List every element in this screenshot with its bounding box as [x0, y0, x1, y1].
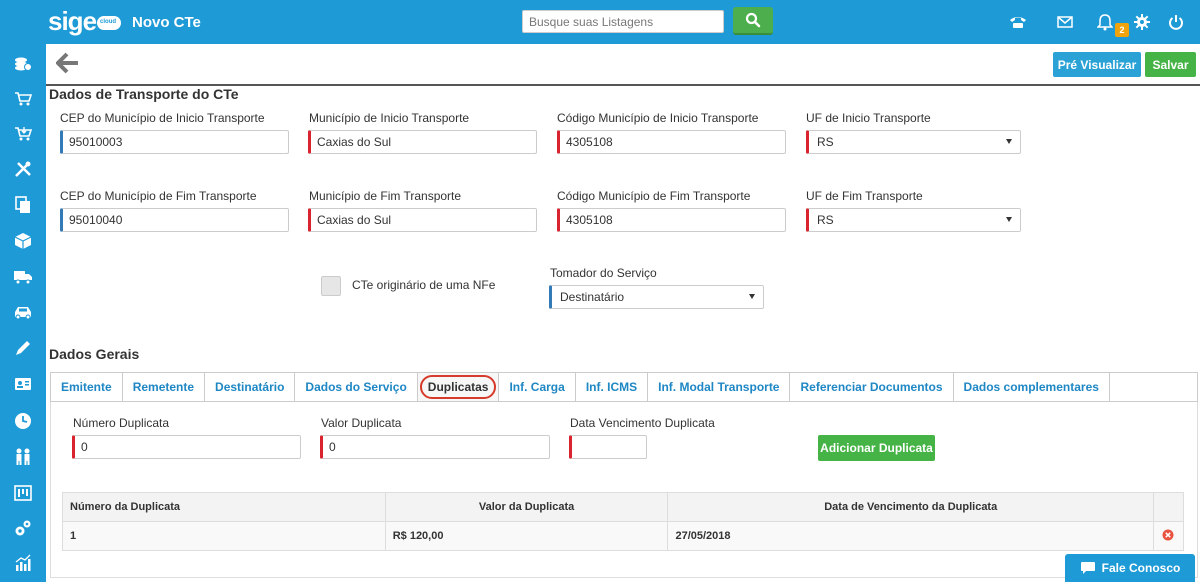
- tomador-select[interactable]: Destinatário: [549, 285, 764, 309]
- tomador-label: Tomador do Serviço: [550, 266, 657, 280]
- clock-icon[interactable]: [12, 410, 34, 432]
- search-button[interactable]: [733, 7, 773, 35]
- tab-inf-modal-transporte[interactable]: Inf. Modal Transporte: [648, 373, 791, 401]
- tab-remetente[interactable]: Remetente: [123, 373, 206, 401]
- bell-icon[interactable]: [1095, 12, 1115, 32]
- kanban-icon[interactable]: [12, 482, 34, 504]
- column-header-actions: [1152, 492, 1185, 522]
- nfe-checkbox-label: CTe originário de uma NFe: [352, 278, 496, 292]
- transport-section-title: Dados de Transporte do CTe: [49, 86, 239, 102]
- chevron-down-icon: [1006, 217, 1012, 222]
- vencimento-duplicata-input[interactable]: [569, 435, 647, 459]
- cod-fim-label: Código Município de Fim Transporte: [557, 189, 751, 203]
- notification-badge: 2: [1115, 23, 1129, 37]
- column-header-numero: Número da Duplicata: [62, 492, 386, 522]
- add-duplicata-button[interactable]: Adicionar Duplicata: [818, 435, 935, 461]
- general-section-title: Dados Gerais: [49, 346, 140, 362]
- mun-inicio-input[interactable]: Caxias do Sul: [308, 130, 537, 154]
- id-card-icon[interactable]: [12, 373, 34, 395]
- remove-row-icon[interactable]: [1162, 529, 1174, 541]
- cart-icon[interactable]: [12, 88, 34, 110]
- search-icon: [745, 12, 761, 28]
- chart-icon[interactable]: [12, 552, 34, 574]
- truck-icon[interactable]: [12, 266, 34, 288]
- top-bar: sigecloud Novo CTe 2: [0, 0, 1200, 44]
- sige-logo[interactable]: sige cloud: [48, 6, 122, 36]
- preview-button[interactable]: Pré Visualizar: [1053, 52, 1141, 77]
- mail-icon[interactable]: [1055, 12, 1075, 32]
- tab-emitente[interactable]: Emitente: [51, 373, 123, 401]
- numero-duplicata-input[interactable]: 0: [72, 435, 301, 459]
- table-row: 1 R$ 120,00 27/05/2018: [62, 521, 1185, 551]
- tab-bar: Emitente Remetente Destinatário Dados do…: [50, 372, 1198, 402]
- mun-inicio-label: Município de Inicio Transporte: [309, 111, 470, 125]
- cell-numero: 1: [62, 521, 386, 551]
- tools-icon[interactable]: [12, 158, 34, 180]
- sidebar: [0, 44, 46, 582]
- numero-duplicata-label: Número Duplicata: [73, 416, 170, 430]
- tab-dados-servico[interactable]: Dados do Serviço: [295, 373, 418, 401]
- cod-inicio-label: Código Município de Inicio Transporte: [557, 111, 759, 125]
- mun-fim-input[interactable]: Caxias do Sul: [308, 208, 537, 232]
- uf-inicio-select[interactable]: RS: [806, 130, 1021, 154]
- car-icon[interactable]: [12, 301, 34, 323]
- valor-duplicata-input[interactable]: 0: [320, 435, 550, 459]
- cell-actions: [1152, 521, 1185, 551]
- mun-fim-label: Município de Fim Transporte: [309, 189, 462, 203]
- page-title: Novo CTe: [132, 14, 201, 31]
- money-icon[interactable]: [12, 53, 34, 75]
- valor-duplicata-label: Valor Duplicata: [321, 416, 402, 430]
- cod-fim-input[interactable]: 4305108: [557, 208, 786, 232]
- gear-icon[interactable]: [1132, 12, 1152, 32]
- table-header-row: Número da Duplicata Valor da Duplicata D…: [62, 492, 1185, 522]
- tab-inf-carga[interactable]: Inf. Carga: [499, 373, 576, 401]
- save-button[interactable]: Salvar: [1145, 52, 1196, 77]
- power-icon[interactable]: [1166, 12, 1186, 32]
- phone-icon[interactable]: [1008, 12, 1028, 32]
- tab-dados-complementares[interactable]: Dados complementares: [954, 373, 1110, 401]
- chat-bubble-icon: [1080, 562, 1095, 574]
- cep-inicio-input[interactable]: 95010003: [60, 130, 289, 154]
- copy-icon[interactable]: [12, 194, 34, 216]
- search-input[interactable]: [522, 10, 724, 33]
- column-header-valor: Valor da Duplicata: [384, 492, 669, 522]
- tab-inf-icms[interactable]: Inf. ICMS: [576, 373, 649, 401]
- people-icon[interactable]: [12, 446, 34, 468]
- uf-fim-label: UF de Fim Transporte: [806, 189, 923, 203]
- chevron-down-icon: [1006, 139, 1012, 144]
- cell-valor: R$ 120,00: [384, 521, 669, 551]
- nfe-checkbox[interactable]: [321, 276, 341, 296]
- pen-icon[interactable]: [12, 337, 34, 359]
- tab-referenciar-documentos[interactable]: Referenciar Documentos: [790, 373, 954, 401]
- cell-vencimento: 27/05/2018: [667, 521, 1154, 551]
- uf-inicio-label: UF de Inicio Transporte: [806, 111, 931, 125]
- cep-inicio-label: CEP do Município de Inicio Transporte: [60, 111, 265, 125]
- cep-fim-label: CEP do Município de Fim Transporte: [60, 189, 257, 203]
- fale-conosco-button[interactable]: Fale Conosco: [1065, 554, 1195, 582]
- tab-destinatario[interactable]: Destinatário: [205, 373, 296, 401]
- cart-in-icon[interactable]: [12, 123, 34, 145]
- uf-fim-select[interactable]: RS: [806, 208, 1021, 232]
- cod-inicio-input[interactable]: 4305108: [557, 130, 786, 154]
- duplicatas-table: Número da Duplicata Valor da Duplicata D…: [62, 492, 1185, 551]
- back-arrow-icon[interactable]: [55, 52, 82, 76]
- cloud-logo-icon: cloud: [97, 16, 122, 30]
- chevron-down-icon: [749, 294, 755, 299]
- tab-duplicatas[interactable]: Duplicatas: [417, 373, 500, 401]
- vencimento-duplicata-label: Data Vencimento Duplicata: [570, 416, 715, 430]
- column-header-vencimento: Data de Vencimento da Duplicata: [667, 492, 1154, 522]
- cep-fim-input[interactable]: 95010040: [60, 208, 289, 232]
- gears-icon[interactable]: [12, 517, 34, 539]
- box-icon[interactable]: [12, 230, 34, 252]
